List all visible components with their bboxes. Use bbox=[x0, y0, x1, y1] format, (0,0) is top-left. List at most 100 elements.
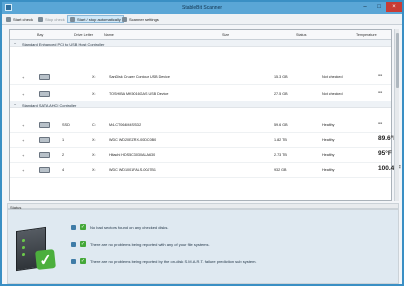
size-cell: 27.5 GB bbox=[274, 92, 288, 96]
disk-icon bbox=[39, 137, 50, 143]
status-light bbox=[22, 252, 25, 257]
info-icon bbox=[71, 241, 76, 247]
size-cell: 59.6 GB bbox=[274, 123, 288, 127]
start-check-button[interactable]: Start check bbox=[6, 15, 33, 23]
status-line: ✓ There are no problems being reported w… bbox=[71, 241, 210, 247]
bay-cell: 4 bbox=[62, 168, 65, 172]
expand-icon[interactable]: + bbox=[22, 123, 24, 128]
name-cell: TOSHIBA MK5016GAS USB Device bbox=[109, 92, 169, 96]
bay-cell: SSD bbox=[62, 123, 70, 127]
header-status[interactable]: Status bbox=[296, 33, 306, 37]
expand-icon[interactable]: + bbox=[22, 138, 24, 143]
collapse-icon[interactable]: − bbox=[14, 102, 16, 107]
status-line: ✓ No bad sectors found on any checked di… bbox=[71, 224, 169, 230]
drive-letter-cell: C: bbox=[92, 123, 96, 127]
expand-icon[interactable]: + bbox=[22, 92, 24, 97]
size-cell: 1.82 TB bbox=[274, 138, 287, 142]
drive-letter-cell: X: bbox=[92, 92, 96, 96]
status-message: No bad sectors found on any checked disk… bbox=[90, 224, 169, 230]
status-message: There are no problems being reported by … bbox=[90, 258, 257, 264]
header-temperature[interactable]: Temperature bbox=[356, 33, 377, 37]
temperature-cell: -- bbox=[378, 120, 383, 127]
disk-icon bbox=[39, 74, 50, 80]
check-icon: ✓ bbox=[80, 241, 86, 247]
bay-cell: 2 bbox=[62, 153, 65, 157]
main-window: StableBit Scanner – □ × Start check Stop… bbox=[0, 0, 404, 286]
disk-row[interactable]: + 4 X: WDC WD1001FALS-00J7B1 932 GB Heal… bbox=[10, 163, 401, 178]
name-cell: WDC WD20EZRX-00DC0B0 bbox=[109, 138, 157, 142]
drive-letter-cell: X: bbox=[92, 168, 96, 172]
disk-icon bbox=[39, 152, 50, 158]
grid-header: Bay Drive Letter Name Size Status Temper… bbox=[10, 30, 391, 40]
disk-icon bbox=[39, 91, 50, 97]
disk-icon bbox=[39, 122, 50, 128]
drive-letter-cell: X: bbox=[92, 153, 96, 157]
minimize-button[interactable]: – bbox=[358, 2, 372, 12]
automatic-icon bbox=[70, 16, 75, 22]
header-bay[interactable]: Bay bbox=[37, 33, 43, 37]
size-cell: 15.3 GB bbox=[274, 75, 288, 79]
info-icon bbox=[71, 258, 76, 264]
name-cell: M4-CT064M4SSD2 bbox=[109, 123, 142, 127]
size-cell: 2.73 TB bbox=[274, 153, 287, 157]
expand-icon[interactable]: + bbox=[22, 168, 24, 173]
check-icon: ✓ bbox=[80, 258, 86, 264]
name-cell: Hitachi HDS5C3030ALA630 bbox=[109, 153, 156, 157]
disk-row[interactable]: + 1 X: WDC WD20EZRX-00DC0B0 1.82 TB Heal… bbox=[10, 133, 397, 148]
disk-grid: Bay Drive Letter Name Size Status Temper… bbox=[9, 29, 401, 201]
check-icon: ✓ bbox=[80, 224, 86, 230]
expand-icon[interactable]: + bbox=[22, 75, 24, 80]
bay-cell: 1 bbox=[62, 138, 65, 142]
status-line: ✓ There are no problems being reported b… bbox=[71, 258, 257, 264]
scrollbar-thumb[interactable] bbox=[396, 33, 399, 88]
collapse-icon[interactable]: − bbox=[14, 41, 16, 46]
play-icon bbox=[6, 16, 11, 22]
large-check-icon: ✓ bbox=[35, 249, 56, 270]
header-size[interactable]: Size bbox=[222, 33, 229, 37]
status-panel: ✓ ✓ No bad sectors found on any checked … bbox=[7, 209, 399, 284]
disk-icon bbox=[39, 167, 50, 173]
start-stop-auto-label: Start / stop automatically bbox=[77, 16, 121, 22]
size-cell: 932 GB bbox=[274, 168, 287, 172]
stop-check-button[interactable]: Stop check bbox=[38, 15, 65, 23]
disk-row[interactable]: + X: SanDisk Cruzer Contour USB Device 1… bbox=[10, 70, 391, 85]
expand-icon[interactable]: + bbox=[22, 153, 24, 158]
controller-label: Standard SATA AHCI Controller bbox=[22, 102, 77, 108]
stop-icon bbox=[38, 16, 43, 22]
status-cell: Not checked bbox=[322, 75, 343, 79]
status-light bbox=[22, 238, 25, 243]
scanner-settings-button[interactable]: Scanner settings bbox=[122, 15, 159, 23]
toolbar: Start check Stop check Start / stop auto… bbox=[2, 14, 402, 25]
stop-check-label: Stop check bbox=[45, 16, 65, 22]
vertical-scrollbar[interactable] bbox=[394, 29, 399, 201]
info-icon bbox=[71, 224, 76, 230]
maximize-button[interactable]: □ bbox=[372, 2, 386, 12]
status-cell: Not checked bbox=[322, 92, 343, 96]
temperature-cell: -- bbox=[378, 89, 383, 96]
gear-icon bbox=[122, 16, 127, 22]
name-cell: SanDisk Cruzer Contour USB Device bbox=[109, 75, 170, 79]
controller-label: Standard Enhanced PCI to USB Host Contro… bbox=[22, 41, 105, 47]
controller-group[interactable]: − Standard SATA AHCI Controller bbox=[10, 101, 391, 108]
name-cell: WDC WD1001FALS-00J7B1 bbox=[109, 168, 156, 172]
scanner-settings-label: Scanner settings bbox=[129, 16, 159, 22]
drive-letter-cell: X: bbox=[92, 75, 96, 79]
status-cell: Healthy bbox=[322, 153, 335, 157]
header-name[interactable]: Name bbox=[104, 33, 114, 37]
disk-row[interactable]: + X: TOSHIBA MK5016GAS USB Device 27.5 G… bbox=[10, 87, 391, 102]
disk-row[interactable]: + SSD C: M4-CT064M4SSD2 59.6 GB Healthy … bbox=[10, 118, 391, 133]
header-drive-letter[interactable]: Drive Letter bbox=[74, 33, 93, 37]
status-message: There are no problems being reported wit… bbox=[90, 241, 210, 247]
disk-row[interactable]: + 2 X: Hitachi HDS5C3030ALA630 2.73 TB H… bbox=[10, 148, 392, 163]
status-cell: Healthy bbox=[322, 123, 335, 127]
status-cell: Healthy bbox=[322, 138, 335, 142]
status-cell: Healthy bbox=[322, 168, 335, 172]
start-check-label: Start check bbox=[13, 16, 34, 22]
status-light bbox=[22, 245, 25, 250]
drive-letter-cell: X: bbox=[92, 138, 96, 142]
title-bar: StableBit Scanner – □ × bbox=[2, 2, 402, 14]
controller-group[interactable]: − Standard Enhanced PCI to USB Host Cont… bbox=[10, 40, 391, 47]
close-button[interactable]: × bbox=[386, 2, 402, 12]
start-stop-auto-button[interactable]: Start / stop automatically bbox=[67, 15, 124, 23]
window-title: StableBit Scanner bbox=[181, 5, 223, 11]
